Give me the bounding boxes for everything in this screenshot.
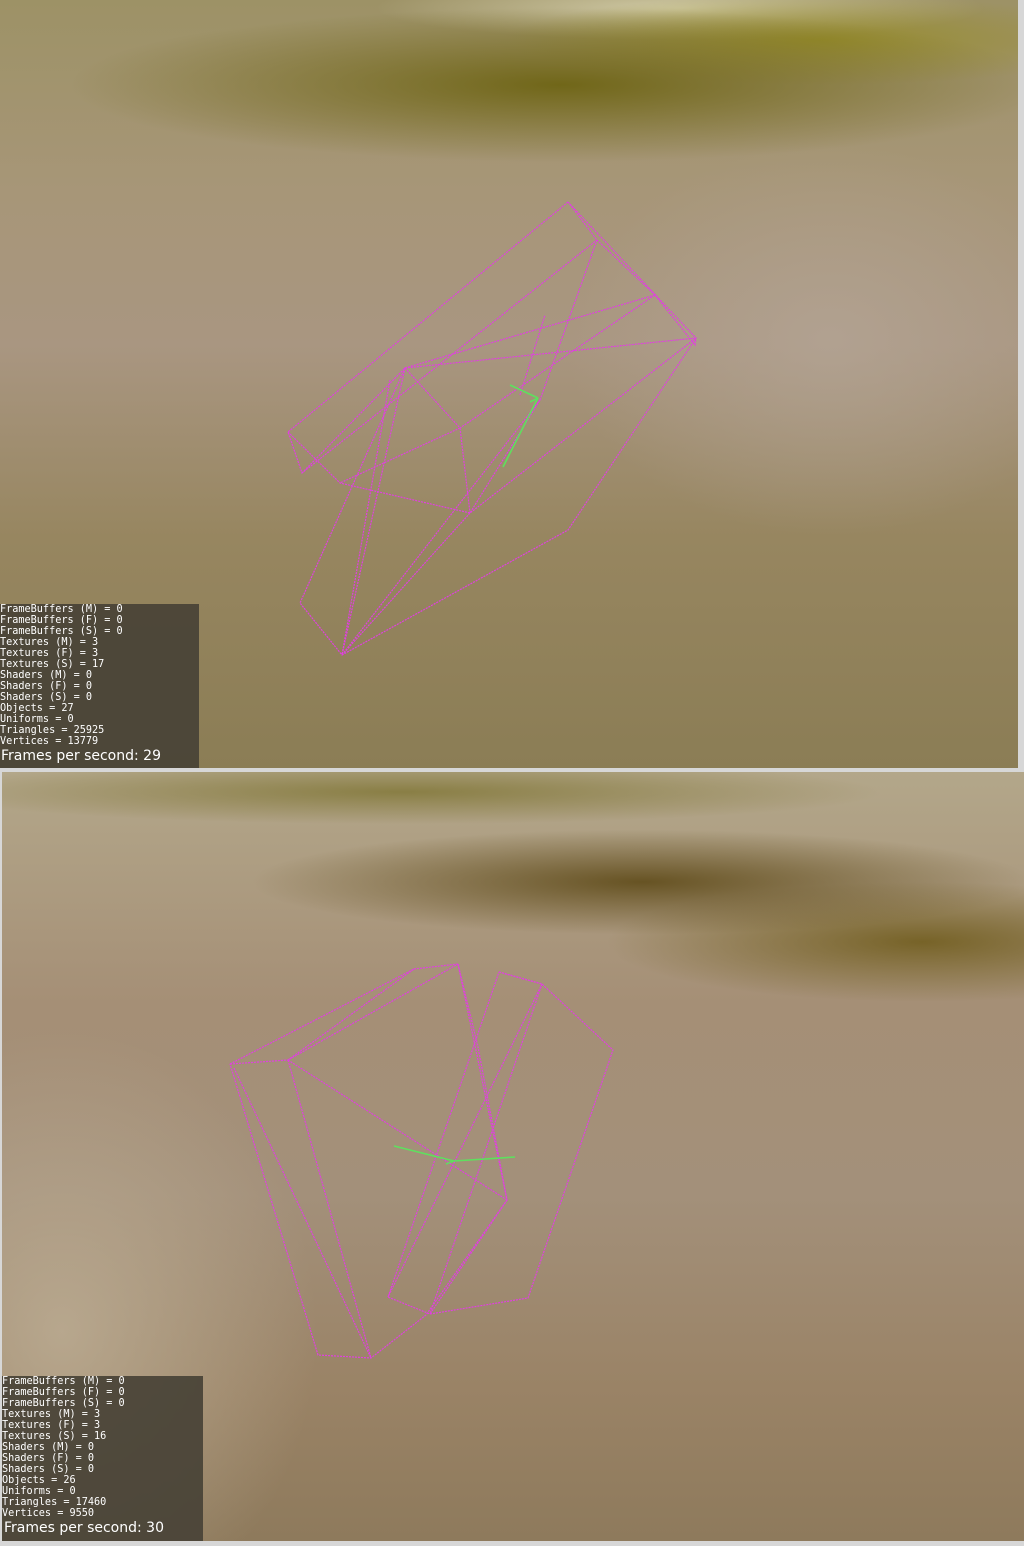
axis-x	[509, 384, 539, 399]
wire-edge	[339, 427, 461, 484]
stat-line: FrameBuffers (F) = 0	[0, 615, 123, 626]
stat-line: Textures (F) = 3	[0, 648, 99, 659]
wire-edge	[299, 337, 697, 656]
viewport-bottom[interactable]: FrameBuffers (M) = 0 FrameBuffers (F) = …	[2, 772, 1024, 1541]
wire-edge	[229, 963, 459, 1065]
wire-edge	[498, 971, 543, 985]
stat-line: FrameBuffers (S) = 0	[0, 626, 123, 637]
wire-edge	[469, 239, 598, 514]
wire-edge	[341, 512, 471, 656]
axis-y	[453, 1156, 516, 1162]
stat-line: FrameBuffers (M) = 0	[2, 1376, 125, 1387]
stat-line: Textures (S) = 16	[2, 1431, 107, 1442]
axis-x	[393, 1145, 455, 1162]
wire-edge	[387, 971, 614, 1315]
stat-line: Uniforms = 0	[2, 1486, 76, 1497]
stat-line: Shaders (S) = 0	[2, 1464, 95, 1475]
wire-edge	[567, 201, 697, 347]
wire-edge	[287, 201, 598, 474]
stat-line: Vertices = 13779	[0, 736, 99, 747]
wire-edge	[457, 963, 508, 1201]
stat-line: Objects = 27	[0, 703, 74, 714]
stat-line: Triangles = 17460	[2, 1497, 107, 1508]
stats-overlay: FrameBuffers (M) = 0 FrameBuffers (F) = …	[2, 1376, 203, 1541]
wire-edge	[233, 1067, 372, 1359]
stat-line: Textures (M) = 3	[2, 1409, 101, 1420]
fps-counter: Frames per second: 29	[1, 748, 161, 764]
stat-line: Objects = 26	[2, 1475, 76, 1486]
wire-edge	[341, 399, 541, 656]
stat-line: FrameBuffers (M) = 0	[0, 604, 123, 615]
stat-line: Shaders (M) = 0	[2, 1442, 95, 1453]
wire-edge	[341, 379, 391, 656]
wire-edge	[404, 294, 656, 369]
stat-line: Textures (M) = 3	[0, 637, 99, 648]
stats-overlay: FrameBuffers (M) = 0 FrameBuffers (F) = …	[0, 604, 199, 768]
wire-edge	[519, 314, 546, 396]
stat-line: Shaders (F) = 0	[0, 681, 93, 692]
stat-line: FrameBuffers (F) = 0	[2, 1387, 125, 1398]
stat-line: Shaders (M) = 0	[0, 670, 93, 681]
stat-line: Textures (S) = 17	[0, 659, 105, 670]
stat-line: Shaders (S) = 0	[0, 692, 93, 703]
viewport-top[interactable]: FrameBuffers (M) = 0 FrameBuffers (F) = …	[0, 0, 1018, 768]
stat-line: Triangles = 25925	[0, 725, 105, 736]
wire-edge	[387, 983, 543, 1298]
stat-line: Shaders (F) = 0	[2, 1453, 95, 1464]
stat-line: Uniforms = 0	[0, 714, 74, 725]
stat-line: FrameBuffers (S) = 0	[2, 1398, 125, 1409]
axis-y	[502, 397, 539, 468]
stat-line: Textures (F) = 3	[2, 1420, 101, 1431]
wire-edge	[429, 983, 543, 1315]
stat-line: Vertices = 9550	[2, 1508, 95, 1519]
fps-counter: Frames per second: 30	[4, 1520, 164, 1536]
wire-edge	[341, 367, 406, 656]
wire-edge	[287, 968, 415, 1061]
wire-edge	[287, 1059, 372, 1359]
